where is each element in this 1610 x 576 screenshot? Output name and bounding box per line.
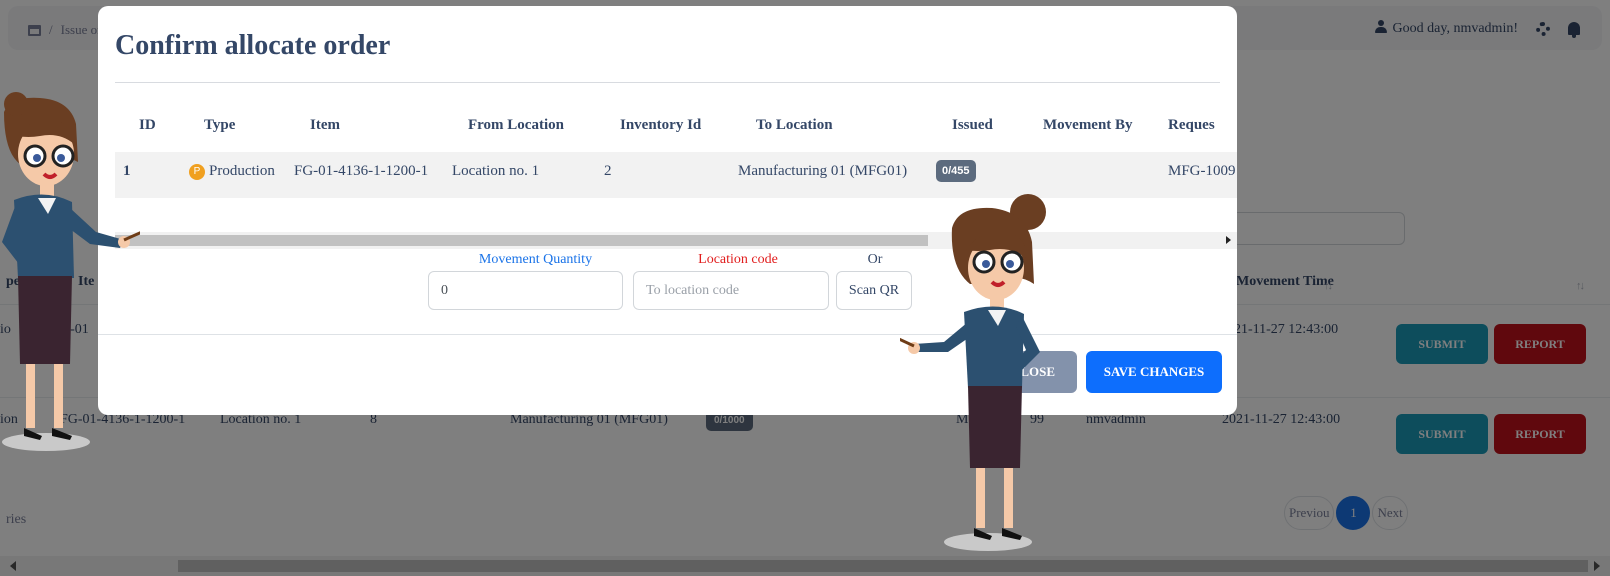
col-issued: Issued: [952, 117, 993, 133]
modal-title: Confirm allocate order: [115, 30, 391, 61]
production-badge-icon: P: [189, 164, 205, 180]
cell-request: MFG-1009: [1168, 163, 1236, 179]
save-changes-button[interactable]: SAVE CHANGES: [1086, 351, 1222, 393]
col-inventory-id: Inventory Id: [620, 117, 702, 133]
teacher-character-left: [2, 92, 140, 451]
cell-item: FG-01-4136-1-1200-1: [294, 163, 429, 179]
cell-to-location: Manufacturing 01 (MFG01): [738, 163, 908, 179]
modal-footer-divider: [98, 334, 1237, 335]
col-request: Reques: [1168, 117, 1215, 133]
movement-quantity-input[interactable]: [428, 271, 623, 310]
scroll-right-icon[interactable]: [1226, 236, 1231, 244]
or-label: Or: [867, 252, 883, 267]
location-code-label: Location code: [698, 252, 778, 267]
cell-type-label: Production: [209, 163, 275, 179]
teacher-character-right: [900, 194, 1046, 551]
col-item: Item: [310, 117, 340, 133]
table-horizontal-scrollbar[interactable]: [115, 232, 1237, 249]
cell-from-location: Location no. 1: [452, 163, 540, 179]
location-code-input[interactable]: [633, 271, 829, 310]
table-row: [115, 152, 1237, 198]
cell-type: P Production: [189, 163, 275, 180]
col-id: ID: [139, 117, 156, 133]
movement-quantity-label: Movement Quantity: [478, 252, 593, 267]
col-movement-by: Movement By: [1043, 117, 1133, 133]
issued-badge: 0/455: [936, 160, 976, 182]
modal-divider: [115, 82, 1220, 83]
col-from-location: From Location: [468, 117, 564, 133]
scrollbar-thumb[interactable]: [115, 235, 928, 246]
col-to-location: To Location: [756, 117, 833, 133]
confirm-allocate-modal: Confirm allocate order ID Type Item From…: [98, 6, 1237, 415]
cell-inventory-id: 2: [604, 163, 612, 179]
col-type: Type: [204, 117, 236, 133]
